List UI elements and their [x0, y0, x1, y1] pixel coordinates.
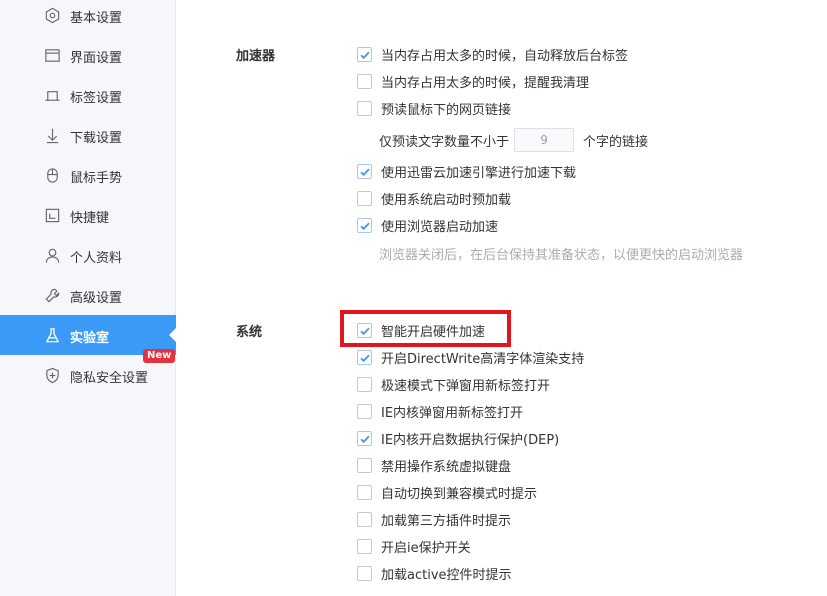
prefetch-suffix-text: 个字的链接: [583, 134, 649, 150]
checkbox[interactable]: [357, 190, 372, 206]
option-label: 极速模式下弹窗用新标签打开: [381, 378, 551, 394]
checkbox-checked[interactable]: [357, 349, 372, 365]
option-label: 使用系统启动时预加载: [381, 192, 512, 208]
sidebar-item-label: 实验室: [70, 331, 110, 346]
sidebar-item-label: 基本设置: [70, 11, 123, 26]
section-title-system: 系统: [236, 325, 263, 340]
option-label: 使用浏览器启动加速: [381, 219, 499, 235]
option-xunlei-cloud-accel[interactable]: 使用迅雷云加速引擎进行加速下载: [357, 161, 576, 181]
option-label: IE内核弹窗用新标签打开: [381, 405, 524, 421]
option-label: 当内存占用太多的时候，提醒我清理: [381, 75, 590, 91]
sidebar-item-label: 快捷键: [70, 211, 110, 226]
option-label: 开启DirectWrite高清字体渲染支持: [381, 351, 585, 367]
option-label: 当内存占用太多的时候，自动释放后台标签: [381, 48, 629, 64]
sidebar-item-label: 高级设置: [70, 291, 123, 306]
sidebar-item-label: 界面设置: [70, 51, 123, 66]
download-icon: [43, 127, 61, 143]
option-activex-prompt[interactable]: 加载active控件时提示: [357, 563, 512, 583]
prefetch-length-setting: 仅预读文字数量不小于 9 个字的链接: [379, 127, 648, 153]
sidebar-item-download-settings[interactable]: 下载设置: [0, 115, 176, 155]
sidebar-item-label: 个人资料: [70, 251, 123, 266]
settings-icon: [43, 7, 61, 23]
checkbox[interactable]: [357, 73, 372, 89]
checkbox-checked[interactable]: [357, 46, 372, 62]
option-label: 加载active控件时提示: [381, 567, 512, 583]
flask-icon: [43, 327, 61, 343]
checkbox[interactable]: [357, 457, 372, 473]
checkbox[interactable]: [357, 403, 372, 419]
option-label: 开启ie保护开关: [381, 540, 471, 556]
checkbox-checked[interactable]: [357, 163, 372, 179]
tab-icon: [43, 87, 61, 103]
shield-icon: [43, 367, 61, 383]
option-label: 使用迅雷云加速引擎进行加速下载: [381, 165, 577, 181]
section-title-accelerator: 加速器: [236, 49, 276, 64]
sidebar-item-label: 下载设置: [70, 131, 123, 146]
option-compat-mode-prompt[interactable]: 自动切换到兼容模式时提示: [357, 482, 537, 502]
sidebar-item-advanced-settings[interactable]: 高级设置: [0, 275, 176, 315]
checkbox[interactable]: [357, 538, 372, 554]
checkbox[interactable]: [357, 100, 372, 116]
wrench-icon: [43, 287, 61, 303]
option-ie-popup-new-tab[interactable]: IE内核弹窗用新标签打开: [357, 401, 523, 421]
sidebar-item-interface-settings[interactable]: 界面设置: [0, 35, 176, 75]
option-ie-dep[interactable]: IE内核开启数据执行保护(DEP): [357, 428, 559, 448]
option-preload-on-boot[interactable]: 使用系统启动时预加载: [357, 188, 511, 208]
sidebar-item-shortcuts[interactable]: 快捷键: [0, 195, 176, 235]
sidebar-item-mouse-gestures[interactable]: 鼠标手势: [0, 155, 176, 195]
option-memory-reminder[interactable]: 当内存占用太多的时候，提醒我清理: [357, 71, 589, 91]
option-label: 自动切换到兼容模式时提示: [381, 486, 538, 502]
option-speed-mode-popup-new-tab[interactable]: 极速模式下弹窗用新标签打开: [357, 374, 550, 394]
option-auto-release-tabs[interactable]: 当内存占用太多的时候，自动释放后台标签: [357, 44, 628, 64]
keyboard-shortcut-icon: [43, 207, 61, 223]
checkbox[interactable]: [357, 565, 372, 581]
checkbox[interactable]: [357, 376, 372, 392]
startup-accel-note: 浏览器关闭后，在后台保持其准备状态，以便更快的启动浏览器: [379, 248, 744, 263]
option-prefetch-links[interactable]: 预读鼠标下的网页链接: [357, 98, 511, 118]
sidebar-item-label: 隐私安全设置: [70, 371, 149, 386]
sidebar-item-label: 鼠标手势: [70, 171, 123, 186]
mouse-icon: [43, 167, 61, 183]
checkbox-checked[interactable]: [357, 430, 372, 446]
option-label: 预读鼠标下的网页链接: [381, 102, 512, 118]
prefetch-length-input[interactable]: 9: [514, 128, 575, 152]
checkbox[interactable]: [357, 511, 372, 527]
option-directwrite[interactable]: 开启DirectWrite高清字体渲染支持: [357, 347, 584, 367]
prefetch-prefix-text: 仅预读文字数量不小于: [379, 134, 510, 150]
window-icon: [43, 47, 61, 63]
user-icon: [43, 247, 61, 263]
sidebar-item-tab-settings[interactable]: 标签设置: [0, 75, 176, 115]
settings-sidebar: 基本设置 界面设置 标签设置 下载设置 鼠标手势 快捷键 个人资料 高级设置 实…: [0, 0, 176, 596]
sidebar-item-privacy-security[interactable]: 隐私安全设置: [0, 355, 176, 395]
option-label: 加载第三方插件时提示: [381, 513, 512, 529]
sidebar-item-profile[interactable]: 个人资料: [0, 235, 176, 275]
checkbox-checked[interactable]: [357, 217, 372, 233]
option-third-party-plugin-prompt[interactable]: 加载第三方插件时提示: [357, 509, 511, 529]
option-ie-protection[interactable]: 开启ie保护开关: [357, 536, 471, 556]
sidebar-item-basic-settings[interactable]: 基本设置: [0, 0, 176, 35]
sidebar-item-label: 标签设置: [70, 91, 123, 106]
highlight-box: [340, 310, 511, 347]
option-browser-startup-accel[interactable]: 使用浏览器启动加速: [357, 215, 498, 235]
option-label: 禁用操作系统虚拟键盘: [381, 459, 512, 475]
option-disable-virtual-keyboard[interactable]: 禁用操作系统虚拟键盘: [357, 455, 511, 475]
checkbox[interactable]: [357, 484, 372, 500]
option-label: IE内核开启数据执行保护(DEP): [381, 432, 560, 448]
